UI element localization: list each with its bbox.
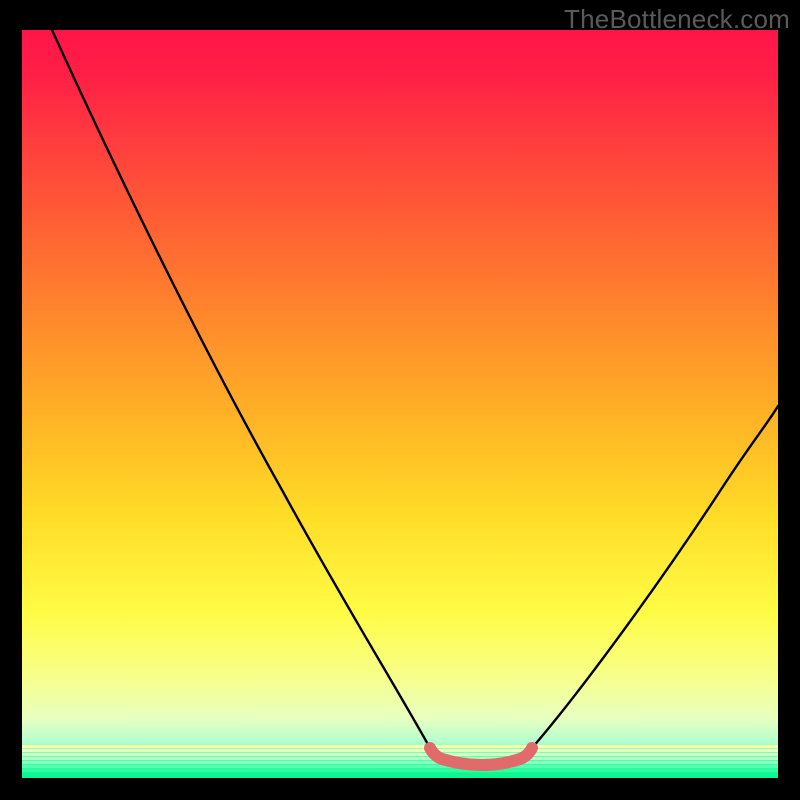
- curve-right-branch: [532, 406, 778, 748]
- curve-bottom-accent: [430, 748, 532, 765]
- curve-left-branch: [52, 30, 430, 748]
- curve-layer: [22, 30, 778, 778]
- chart-frame: TheBottleneck.com: [0, 0, 800, 800]
- plot-area: [22, 30, 778, 778]
- watermark-text: TheBottleneck.com: [564, 4, 790, 35]
